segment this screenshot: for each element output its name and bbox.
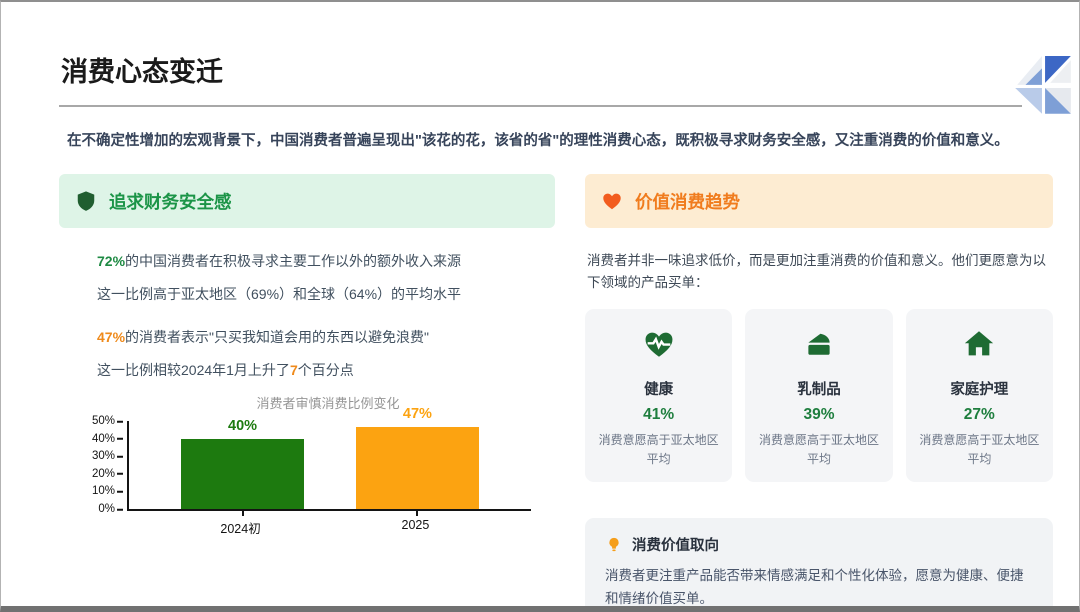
x-axis-label: 2025 [401,518,430,533]
category-cards: 健康 41% 消费意愿高于亚太地区平均 乳制品 39% 消费意愿高于亚太地区平均 [585,309,1053,483]
stat-line: 47%的消费者表示"只买我知道会用的东西以避免浪费" [97,329,429,346]
bar-chart: 消费者审慎消费比例变化 50% 40% 30% 20% 10% 0% 40% 47% 202… [83,393,555,537]
financial-stats: 72%的中国消费者在积极寻求主要工作以外的额外收入来源 这一比例高于亚太地区（6… [97,252,555,380]
y-tick-label: 0% [98,503,123,516]
card-desc: 消费意愿高于亚太地区平均 [758,433,879,466]
right-panel-intro: 消费者并非一味追求低价，而是更加注重消费的价值和意义。他们更愿意为以下领域的产品… [587,253,1046,290]
bar [181,439,304,510]
card-value: 27% [963,406,995,424]
bar-value-label: 47% [402,405,432,422]
card-desc: 消费意愿高于亚太地区平均 [598,433,719,466]
y-tick-label: 50% [92,415,123,428]
shield-icon [77,191,95,211]
card-health: 健康 41% 消费意愿高于亚太地区平均 [585,309,733,483]
dairy-icon [808,334,830,355]
left-panel-header: 追求财务安全感 [59,174,555,229]
home-icon [965,331,994,356]
card-value: 39% [803,406,835,424]
right-panel-title: 价值消费趋势 [635,191,740,212]
card-home-care: 家庭护理 27% 消费意愿高于亚太地区平均 [905,309,1053,483]
page-title: 消费心态变迁 [61,57,223,87]
bar-chart-plot: 40% 47% [127,406,531,517]
bar-value-label: 40% [228,418,258,434]
bar-chart-yaxis: 50% 40% 30% 20% 10% 0% [83,415,125,514]
bar [356,426,479,510]
note-title: 消费价值取向 [632,538,719,555]
value-consumption-panel: 价值消费趋势 消费者并非一味追求低价，而是更加注重消费的价值和意义。他们更愿意为… [585,174,1053,607]
stat-line: 72%的中国消费者在积极寻求主要工作以外的额外收入来源 [97,253,462,270]
stat-line: 这一比例高于亚太地区（69%）和全球（64%）的平均水平 [97,285,462,302]
y-tick-label: 30% [92,450,123,463]
bar-chart-xlabels: 2024初 2025 [127,511,529,537]
title-divider [59,105,1022,107]
intro-text: 在不确定性增加的宏观背景下，中国消费者普遍呈现出"该花的花，该省的省"的理性消费… [67,133,1009,149]
value-orientation-note: 消费价值取向 消费者更注重产品能否带来情感满足和个性化体验，愿意为健康、便捷和情… [585,518,1053,607]
right-panel-header: 价值消费趋势 [585,174,1053,229]
pinwheel-logo [1013,56,1073,127]
card-desc: 消费意愿高于亚太地区平均 [919,433,1040,466]
left-panel-title: 追求财务安全感 [109,191,232,212]
card-name: 乳制品 [797,382,841,399]
stat-line: 这一比例相较2024年1月上升了7个百分点 [97,361,354,378]
lightbulb-icon [609,537,619,552]
heart-pulse-icon [645,332,673,357]
financial-security-panel: 追求财务安全感 72%的中国消费者在积极寻求主要工作以外的额外收入来源 这一比例… [59,174,555,606]
card-value: 41% [643,406,675,424]
heart-icon [603,193,621,210]
note-text: 消费者更注重产品能否带来情感满足和个性化体验，愿意为健康、便捷和情绪价值买单。 [605,568,1024,607]
slide-window: 消费心态变迁 在不确定性增加的宏观背景下，中国消费者普遍呈现出"该花的花，该省的… [0,0,1080,612]
y-tick-label: 40% [92,433,123,445]
card-dairy: 乳制品 39% 消费意愿高于亚太地区平均 [745,309,893,483]
y-tick-label: 20% [92,468,123,480]
x-axis-label: 2024初 [220,522,261,537]
card-name: 家庭护理 [950,382,1009,399]
y-tick-label: 10% [92,486,123,498]
card-name: 健康 [644,382,674,399]
